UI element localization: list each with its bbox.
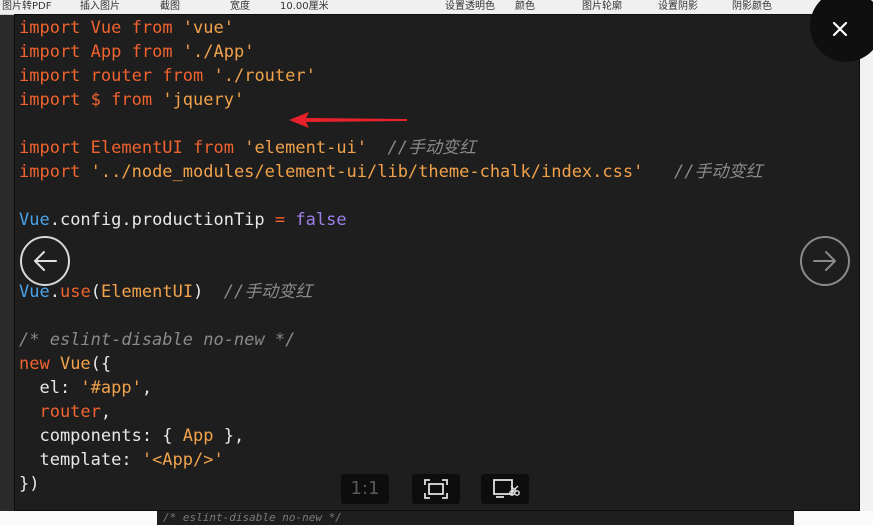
code-line: import App from './App' <box>19 40 254 64</box>
code-line: router, <box>19 400 111 424</box>
code-line: import Vue from 'vue' <box>19 16 234 40</box>
code-token: Vue <box>59 354 91 374</box>
code-line: /* eslint-disable no-new */ <box>19 328 295 352</box>
code-token: template: <box>19 450 142 470</box>
code-token: App <box>182 426 214 446</box>
extract-text-icon <box>493 479 520 498</box>
fit-screen-icon <box>424 479 448 499</box>
background-right-strip <box>860 14 873 511</box>
code-token: './router' <box>213 66 316 86</box>
bg-toolbar-item: 插入图片 <box>80 1 120 12</box>
code-line: }) <box>19 472 39 496</box>
code-token: import <box>19 18 91 38</box>
next-image-button[interactable] <box>800 236 850 286</box>
bg-toolbar-item: 10.00厘米 <box>280 1 329 12</box>
code-line: components: { App }, <box>19 424 244 448</box>
bg-toolbar-item: 宽度 <box>230 1 250 12</box>
code-token: //手动变红 <box>643 162 763 182</box>
code-token: './App' <box>182 42 255 62</box>
code-line: import '../node_modules/element-ui/lib/t… <box>19 160 763 184</box>
code-token: import <box>19 90 91 110</box>
code-image: import Vue from 'vue' import App from './… <box>19 16 854 504</box>
code-line: import ElementUI from 'element-ui' //手动变… <box>19 136 476 160</box>
annotation-arrow-icon <box>289 112 407 128</box>
arrow-right-icon <box>813 251 836 271</box>
bg-toolbar-item: 设置透明色 <box>445 1 495 12</box>
fit-to-screen-button[interactable] <box>412 474 460 504</box>
extract-text-button[interactable] <box>481 474 529 504</box>
bg-toolbar-item: 图片转PDF <box>2 1 52 12</box>
code-token: /* eslint-disable no-new */ <box>19 330 296 350</box>
code-token: false <box>295 210 347 230</box>
code-token: '#app' <box>80 378 142 398</box>
code-token: use <box>59 282 91 302</box>
code-token: '../node_modules/element-ui/lib/theme-ch… <box>90 162 644 182</box>
code-token: //手动变红 <box>367 138 476 158</box>
code-token: '<App/>' <box>141 450 224 470</box>
code-line: Vue.config.productionTip = false <box>19 208 347 232</box>
bg-toolbar-item: 设置阴影 <box>658 1 698 12</box>
bg-toolbar-item: 颜色 <box>515 1 535 12</box>
code-token: 'element-ui' <box>244 138 368 158</box>
code-token: components: { <box>19 426 183 446</box>
code-token: .config.productionTip <box>49 210 275 230</box>
code-line: import $ from 'jquery' <box>19 88 244 112</box>
code-token: from <box>162 66 214 86</box>
code-token: 'vue' <box>182 18 234 38</box>
code-token: ({ <box>90 354 112 374</box>
code-token: }) <box>19 474 40 494</box>
background-code-snippet: /* eslint-disable no-new */ <box>157 511 794 525</box>
code-token: from <box>131 42 183 62</box>
code-token: import <box>19 66 91 86</box>
code-line: Vue.use(ElementUI) //手动变红 <box>19 280 312 304</box>
code-token: from <box>111 90 163 110</box>
code-token: from <box>193 138 245 158</box>
code-token: ( <box>90 282 101 302</box>
actual-size-button[interactable]: 1:1 <box>341 474 389 504</box>
code-token: ElementUI <box>90 138 194 158</box>
close-icon <box>832 21 848 37</box>
code-token: , <box>141 378 153 398</box>
bg-toolbar-item: 图片轮廓 <box>582 1 622 12</box>
code-line: import router from './router' <box>19 64 316 88</box>
code-token: Vue <box>90 18 132 38</box>
code-token: import <box>19 42 91 62</box>
background-ribbon: 图片转PDF 插入图片 截图 宽度 10.00厘米 设置透明色 颜色 图片轮廓 … <box>0 0 873 15</box>
code-token: ElementUI <box>100 282 194 302</box>
code-token: ) <box>193 282 204 302</box>
code-token: }, <box>213 426 245 446</box>
code-token: import <box>19 162 91 182</box>
code-line: template: '<App/>' <box>19 448 224 472</box>
code-token: router <box>90 66 163 86</box>
code-token: , <box>100 402 112 422</box>
bg-toolbar-item: 截图 <box>160 1 180 12</box>
code-token: 'jquery' <box>162 90 245 110</box>
code-token: new <box>19 354 60 374</box>
code-line: el: '#app', <box>19 376 152 400</box>
code-token: from <box>131 18 183 38</box>
code-token: //手动变红 <box>203 282 313 302</box>
arrow-left-icon <box>34 251 57 271</box>
code-token: Vue <box>19 210 50 230</box>
code-token: = <box>274 210 296 230</box>
code-token: App <box>90 42 132 62</box>
code-token: $ <box>90 90 112 110</box>
bg-toolbar-item: 阴影颜色 <box>732 1 772 12</box>
code-line: new Vue({ <box>19 352 111 376</box>
previous-image-button[interactable] <box>20 236 70 286</box>
code-token: el: <box>19 378 81 398</box>
code-token: import <box>19 138 91 158</box>
code-token: router <box>19 402 101 422</box>
